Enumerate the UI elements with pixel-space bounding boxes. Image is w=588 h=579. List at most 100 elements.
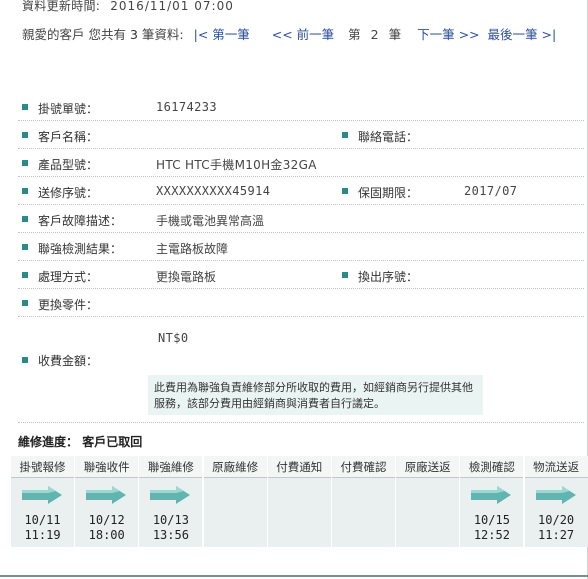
greeting-text: 親愛的客戶 您共有 (22, 27, 126, 42)
progress-step-time: 10/11 11:19 (11, 513, 74, 543)
bullet-icon (342, 272, 348, 278)
serial-value: XXXXXXXXXX45914 (156, 184, 271, 198)
swap-label: 換出序號： (358, 270, 419, 284)
arrow-right-icon (22, 486, 62, 504)
row-model: 產品型號： HTC HTC手機M10H金32GA (18, 149, 584, 177)
progress-step-label: 原廠維修 (203, 456, 267, 478)
update-label: 資料更新時間: (22, 0, 101, 13)
progress-step: 物流送返 10/20 11:27 (524, 456, 588, 547)
progress-step-time: 10/12 18:00 (75, 513, 138, 543)
row-method: 處理方式： 更換電路板 換出序號： (18, 261, 584, 289)
record-count: 3 (129, 27, 138, 42)
method-label: 處理方式： (38, 270, 99, 284)
bullet-icon (22, 244, 28, 250)
progress-step-label: 聯強收件 (75, 456, 139, 478)
bullet-icon (342, 188, 348, 194)
progress-step-clock: 18:00 (88, 528, 125, 542)
arrow-right-icon (535, 486, 576, 504)
update-time: 資料更新時間: 2016/11/01 07:00 (22, 0, 234, 14)
bullet-icon (22, 216, 28, 222)
progress-step-clock: 11:27 (538, 528, 575, 542)
last-record-link[interactable]: 最後一筆 >| (488, 27, 557, 42)
repair-info-table: 掛號單號： 16174233 客戶名稱： 聯絡電話： 產品型號： HTC HTC… (18, 93, 584, 423)
row-parts: 更換零件： (18, 289, 584, 317)
bullet-icon (22, 188, 28, 194)
method-value: 更換電路板 (156, 270, 217, 284)
update-datetime: 2016/11/01 07:00 (110, 0, 234, 13)
customer-label: 客戶名稱： (38, 130, 99, 144)
bullet-icon (22, 160, 28, 166)
progress-step-label: 物流送返 (524, 456, 588, 478)
bullet-icon (342, 132, 348, 138)
progress-step-label: 檢測確認 (460, 456, 524, 478)
phone-label: 聯絡電話： (358, 130, 419, 144)
progress-step: 付費通知 (267, 456, 331, 547)
progress-step-date: 10/12 (88, 513, 125, 527)
order-no-label: 掛號單號： (38, 102, 99, 116)
status-label: 維修進度： (18, 435, 79, 449)
progress-step-label: 掛號報修 (11, 456, 74, 478)
progress-step-label: 付費確認 (332, 456, 395, 478)
progress-step-label: 原廠送返 (396, 456, 460, 478)
bullet-icon (22, 104, 28, 110)
bullet-icon (22, 357, 28, 363)
bottom-divider (0, 575, 588, 577)
row-fee: 收費金額： NT$0 此費用為聯強負責維修部分所收取的費用，如經銷商另行提供其他… (18, 317, 584, 423)
warranty-value: 2017/07 (464, 184, 518, 198)
order-no-value: 16174233 (156, 100, 217, 114)
progress-step-date: 10/15 (473, 513, 510, 527)
current-prefix: 第 (348, 27, 361, 42)
status-value: 客戶已取回 (82, 435, 143, 449)
progress-step-time: 10/15 12:52 (460, 513, 523, 543)
progress-step: 掛號報修 10/11 11:19 (11, 456, 74, 547)
arrow-right-icon (86, 486, 127, 504)
progress-step: 原廠維修 (203, 456, 267, 547)
progress-step-label: 聯強維修 (139, 456, 203, 478)
row-order-no: 掛號單號： 16174233 (18, 93, 584, 121)
fee-value: NT$0 (158, 331, 189, 345)
arrow-right-icon (150, 486, 191, 504)
parts-label: 更換零件： (38, 298, 99, 312)
bullet-icon (22, 132, 28, 138)
model-value: HTC HTC手機M10H金32GA (156, 158, 317, 172)
record-navigation: 親愛的客戶 您共有 3 筆資料: |< 第一筆 << 前一筆 第 2 筆 下一筆… (22, 25, 582, 44)
progress-step-clock: 13:56 (152, 528, 189, 542)
serial-label: 送修序號： (38, 186, 99, 200)
repair-status: 維修進度： 客戶已取回 (18, 433, 142, 450)
progress-step: 聯強維修 10/13 13:56 (139, 456, 203, 547)
bullet-icon (22, 272, 28, 278)
fee-note: 此費用為聯強負責維修部分所收取的費用，如經銷商另行提供其他服務，該部分費用由經銷… (148, 375, 483, 415)
prev-record-link[interactable]: << 前一筆 (272, 27, 334, 42)
current-record: 2 (370, 27, 379, 42)
current-suffix: 筆 (388, 27, 402, 42)
progress-step-clock: 11:19 (24, 528, 61, 542)
fault-value: 手機或電池異常高溫 (156, 214, 265, 228)
record-unit: 筆資料: (141, 27, 184, 42)
check-value: 主電路板故障 (156, 242, 229, 256)
progress-step-time: 10/13 13:56 (139, 513, 202, 543)
progress-step: 原廠送返 (396, 456, 460, 547)
check-label: 聯強檢測結果： (38, 242, 123, 256)
row-check: 聯強檢測結果： 主電路板故障 (18, 233, 584, 261)
row-serial: 送修序號： XXXXXXXXXX45914 保固期限： 2017/07 (18, 177, 584, 205)
progress-step: 聯強收件 10/12 18:00 (75, 456, 139, 547)
repair-status-page: 資料更新時間: 2016/11/01 07:00 親愛的客戶 您共有 3 筆資料… (0, 0, 588, 579)
bullet-icon (22, 300, 28, 306)
first-record-link[interactable]: |< 第一筆 (194, 27, 250, 42)
fee-label: 收費金額： (38, 354, 99, 368)
progress-step-label: 付費通知 (267, 456, 331, 478)
arrow-right-icon (471, 486, 512, 504)
progress-step: 付費確認 (332, 456, 395, 547)
warranty-label: 保固期限： (358, 186, 419, 200)
progress-step-date: 10/13 (152, 513, 189, 527)
fault-label: 客戶故障描述： (38, 214, 123, 228)
progress-step: 檢測確認 10/15 12:52 (460, 456, 524, 547)
row-customer: 客戶名稱： 聯絡電話： (18, 121, 584, 149)
progress-tracker: 掛號報修 10/11 11:19 聯強收件 10/12 18:00 聯強維修 10/13 13:… (11, 456, 588, 547)
progress-step-time: 10/20 11:27 (525, 513, 588, 543)
row-fault: 客戶故障描述： 手機或電池異常高溫 (18, 205, 584, 233)
model-label: 產品型號： (38, 158, 99, 172)
progress-step-date: 10/11 (24, 513, 61, 527)
progress-step-date: 10/20 (538, 513, 575, 527)
next-record-link[interactable]: 下一筆 >> (417, 27, 479, 42)
